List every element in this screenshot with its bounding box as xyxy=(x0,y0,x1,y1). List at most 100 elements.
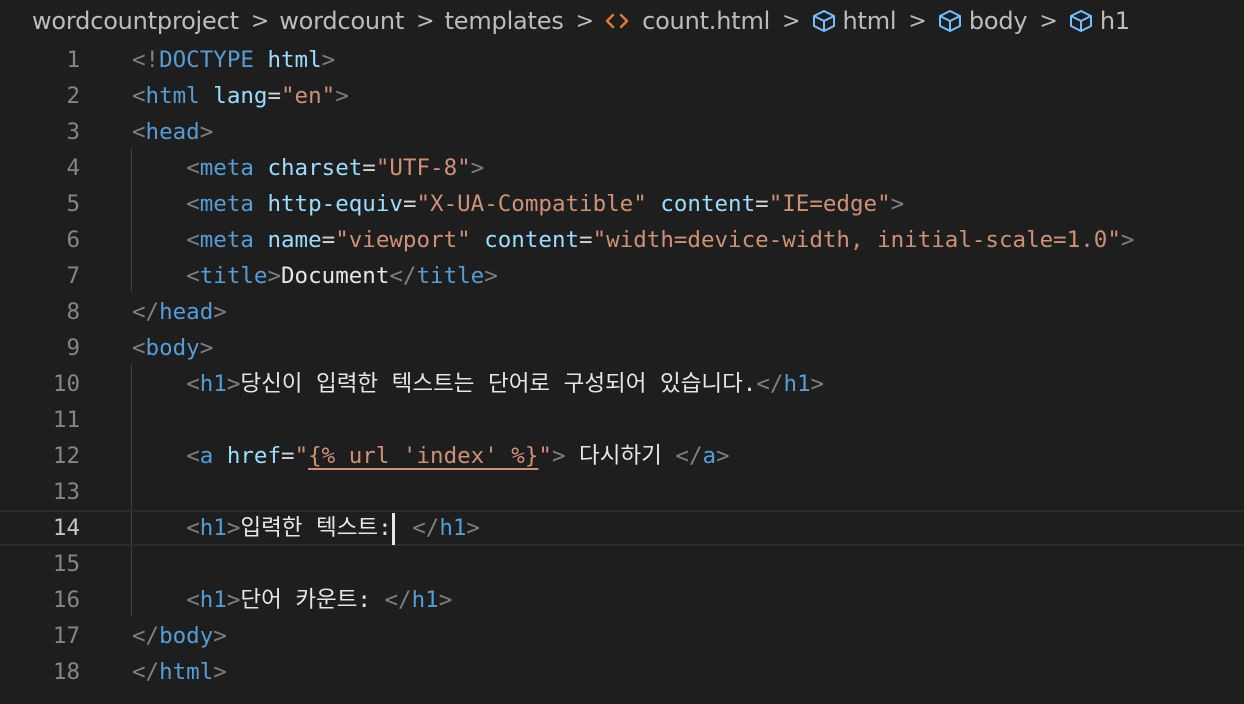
line-number[interactable]: 9 xyxy=(0,330,80,366)
token-tmpl: {% url 'index' %} xyxy=(308,443,539,469)
code-editor: wordcountproject > wordcount > templates > cou… xyxy=(0,0,1244,704)
code-line[interactable]: 13 xyxy=(0,474,1244,510)
line-number[interactable]: 1 xyxy=(0,42,80,78)
breadcrumb-item-html[interactable]: html xyxy=(811,7,897,35)
token-tag: title xyxy=(199,263,268,289)
code-line[interactable]: 15 xyxy=(0,546,1244,582)
token-punc: </ xyxy=(412,515,440,541)
line-number[interactable]: 3 xyxy=(0,114,80,150)
token-punc: > xyxy=(335,83,349,109)
line-number[interactable]: 16 xyxy=(0,582,80,618)
breadcrumb-label: body xyxy=(968,7,1028,35)
token-txt: 다시하기 xyxy=(565,443,676,469)
line-content: <h1>당신이 입력한 텍스트는 단어로 구성되어 있습니다.</h1> xyxy=(132,366,824,402)
element-cube-icon xyxy=(937,8,963,34)
code-line[interactable]: 8 </head> xyxy=(0,294,1244,330)
code-line[interactable]: 12 <a href="{% url 'index' %}"> 다시하기 </a… xyxy=(0,438,1244,474)
code-line[interactable]: 10 <h1>당신이 입력한 텍스트는 단어로 구성되어 있습니다.</h1> xyxy=(0,366,1244,402)
token-txt: 단어 카운트: xyxy=(240,587,385,613)
line-content: <title>Document</title> xyxy=(132,258,498,294)
code-line[interactable]: 14 <h1>입력한 텍스트: </h1> xyxy=(0,510,1244,546)
token-eq: = xyxy=(267,83,282,109)
code-line[interactable]: 18 </html> xyxy=(0,654,1244,690)
token-str: "width=device-width, initial-scale=1.0" xyxy=(592,227,1121,253)
line-number[interactable]: 14 xyxy=(0,512,80,544)
token-punc: </ xyxy=(675,443,703,469)
token-punc: > xyxy=(438,587,453,613)
breadcrumb-label: templates xyxy=(444,7,564,35)
token-punc: > xyxy=(226,371,241,397)
code-line[interactable]: 3 <head> xyxy=(0,114,1244,150)
line-content: <meta http-equiv="X-UA-Compatible" conte… xyxy=(132,186,904,222)
token-punc: > xyxy=(213,659,227,685)
token-eq: = xyxy=(321,227,336,253)
token-punc: > xyxy=(1120,227,1135,253)
token-str: "en" xyxy=(281,83,336,109)
line-number[interactable]: 11 xyxy=(0,402,80,438)
token-punc: < xyxy=(132,119,146,145)
element-cube-icon xyxy=(811,8,837,34)
line-number[interactable]: 8 xyxy=(0,294,80,330)
line-number[interactable]: 7 xyxy=(0,258,80,294)
line-content: <meta charset="UTF-8"> xyxy=(132,150,484,186)
line-number[interactable]: 15 xyxy=(0,546,80,582)
line-number[interactable]: 2 xyxy=(0,78,80,114)
token-eq: = xyxy=(755,191,769,217)
token-tag: h1 xyxy=(411,587,439,613)
chevron-right-icon: > xyxy=(416,8,435,34)
line-content: <body> xyxy=(132,330,213,366)
token-attr: name xyxy=(267,227,322,253)
token-punc: > xyxy=(470,155,485,181)
token-punc: > xyxy=(226,587,241,613)
breadcrumb-item-count-html[interactable]: count.html xyxy=(604,7,770,35)
line-content: <html lang="en"> xyxy=(132,78,349,114)
code-line[interactable]: 2 <html lang="en"> xyxy=(0,78,1244,114)
token-tag: html xyxy=(145,83,200,109)
line-number[interactable]: 17 xyxy=(0,618,80,654)
code-line[interactable]: 17 </body> xyxy=(0,618,1244,654)
token-tag: DOCTYPE xyxy=(159,47,254,73)
line-content: <head> xyxy=(132,114,213,150)
token-txt: 입력한 텍스트: xyxy=(240,515,392,541)
token-punc: < xyxy=(132,83,146,109)
code-line[interactable]: 5 <meta http-equiv="X-UA-Compatible" con… xyxy=(0,186,1244,222)
token-punc: > xyxy=(267,263,282,289)
line-number[interactable]: 13 xyxy=(0,474,80,510)
code-line[interactable]: 16 <h1>단어 카운트: </h1> xyxy=(0,582,1244,618)
token-tag: html xyxy=(159,659,214,685)
code-line[interactable]: 9 <body> xyxy=(0,330,1244,366)
code-line[interactable]: 7 <title>Document</title> xyxy=(0,258,1244,294)
token-tag: a xyxy=(199,443,214,469)
breadcrumb-item-wordcount[interactable]: wordcount xyxy=(279,7,404,35)
breadcrumb-item-templates[interactable]: templates xyxy=(445,7,564,35)
code-line[interactable]: 4 <meta charset="UTF-8"> xyxy=(0,150,1244,186)
token-attr: content xyxy=(660,191,756,217)
chevron-right-icon: > xyxy=(250,8,270,34)
token-tag: head xyxy=(159,299,214,325)
breadcrumb-item-h1[interactable]: h1 xyxy=(1068,7,1130,35)
token-punc: < xyxy=(186,587,200,613)
token-punc: < xyxy=(186,191,200,217)
code-line[interactable]: 11 xyxy=(0,402,1244,438)
breadcrumb-item-body[interactable]: body xyxy=(937,7,1028,35)
breadcrumb-label: wordcount xyxy=(279,7,405,35)
code-line[interactable]: 1 <!DOCTYPE html> xyxy=(0,42,1244,78)
token-punc: > xyxy=(484,263,498,289)
breadcrumb-label: count.html xyxy=(642,7,771,35)
line-number[interactable]: 10 xyxy=(0,366,80,402)
line-number[interactable]: 18 xyxy=(0,654,80,690)
line-number[interactable]: 4 xyxy=(0,150,80,186)
line-number[interactable]: 5 xyxy=(0,186,80,222)
token-str: "viewport" xyxy=(335,227,471,253)
breadcrumb-item-wordcountproject[interactable]: wordcountproject xyxy=(32,7,239,35)
line-number[interactable]: 6 xyxy=(0,222,80,258)
token-punc: < xyxy=(132,335,146,361)
line-number[interactable]: 12 xyxy=(0,438,80,474)
code-line[interactable]: 6 <meta name="viewport" content="width=d… xyxy=(0,222,1244,258)
code-area[interactable]: 1 <!DOCTYPE html> 2 <html lang="en"> 3 <head>… xyxy=(0,42,1244,704)
token-tag: h1 xyxy=(199,587,227,613)
